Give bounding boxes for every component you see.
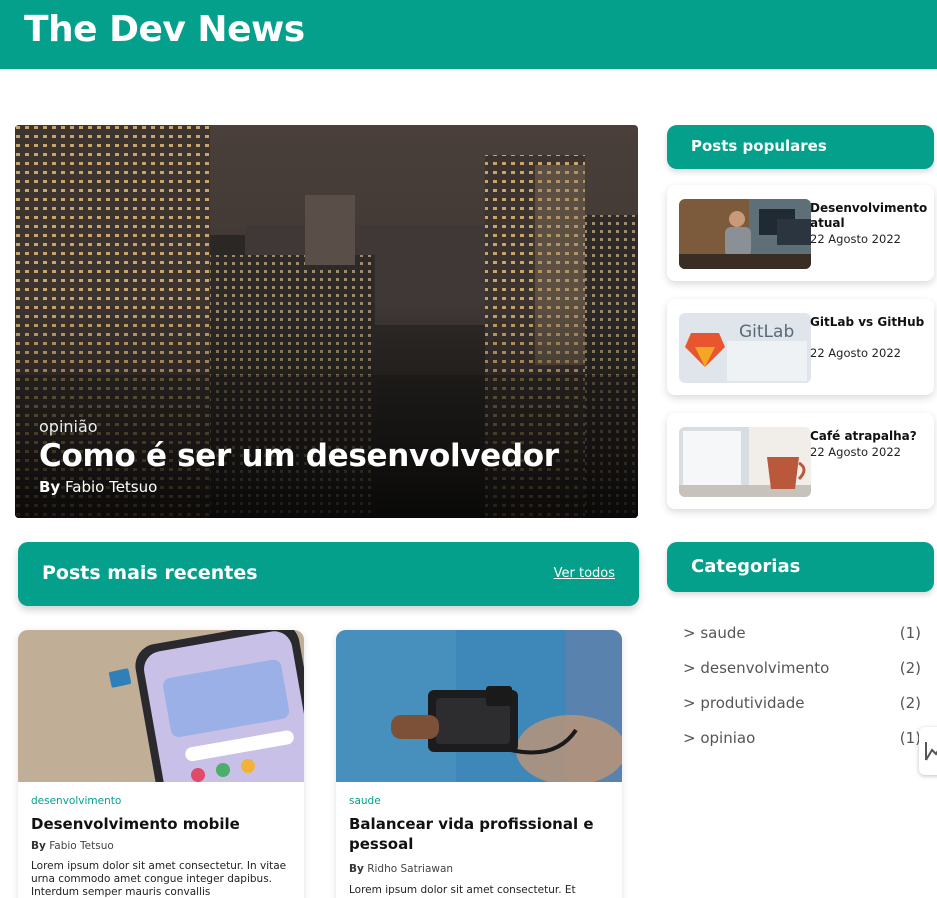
featured-post[interactable]: opinião Como é ser um desenvolvedor By F… [15,125,638,518]
developer-desk-thumbnail [679,199,811,269]
category-item-produtividade[interactable]: > produtividade (2) [683,694,921,714]
phone-image [18,630,304,782]
popular-post-title[interactable]: Desenvolvimento atual [810,201,928,231]
category-item-desenvolvimento[interactable]: > desenvolvimento (2) [683,659,921,679]
category-count: (2) [899,694,921,712]
gitlab-thumb-text: GitLab [739,322,794,342]
recent-posts-title: Posts mais recentes [42,562,258,584]
category-item-saude[interactable]: > saude (1) [683,624,921,644]
category-count: (1) [899,624,921,642]
popular-posts-title: Posts populares [691,137,827,155]
coffee-laptop-thumbnail [679,427,811,497]
category-name[interactable]: > opiniao [683,729,755,747]
category-count: (2) [899,659,921,677]
featured-author-name: Fabio Tetsuo [65,478,158,496]
category-name[interactable]: > saude [683,624,746,642]
categories-title: Categorias [691,556,801,577]
popular-posts-header: Posts populares [667,125,934,169]
site-title[interactable]: The Dev News [24,9,305,50]
post-author-prefix: By [31,840,46,852]
featured-author-prefix: By [39,478,61,496]
post-excerpt: Lorem ipsum dolor sit amet consectetur. … [31,860,287,898]
post-author: By Fabio Tetsuo [31,840,114,852]
category-item-opiniao[interactable]: > opiniao (1) [683,729,921,749]
floating-widget-tab[interactable] [919,727,937,775]
post-author-name: Fabio Tetsuo [49,840,114,852]
post-title[interactable]: Desenvolvimento mobile [31,814,293,834]
post-excerpt: Lorem ipsum dolor sit amet consectetur. … [349,884,576,896]
post-category[interactable]: desenvolvimento [31,795,121,807]
post-author: By Ridho Satriawan [349,863,453,875]
site-header: The Dev News [0,0,937,69]
category-count: (1) [899,729,921,747]
featured-author: By Fabio Tetsuo [39,478,157,496]
popular-post-item[interactable]: Café atrapalha? 22 Agosto 2022 [667,413,934,509]
popular-post-item[interactable]: Desenvolvimento atual 22 Agosto 2022 [667,185,934,281]
post-card[interactable]: desenvolvimento Desenvolvimento mobile B… [18,630,304,898]
popular-post-title[interactable]: GitLab vs GitHub [810,315,928,330]
featured-title[interactable]: Como é ser um desenvolvedor [39,438,559,474]
popular-post-date: 22 Agosto 2022 [810,232,901,246]
popular-post-date: 22 Agosto 2022 [810,445,901,459]
post-author-prefix: By [349,863,364,875]
categories-header: Categorias [667,542,934,592]
post-title[interactable]: Balancear vida profissional e pessoal [349,814,611,854]
featured-category[interactable]: opinião [39,417,98,436]
post-author-name: Ridho Satriawan [367,863,454,875]
chart-icon [925,742,937,761]
gitlab-thumbnail: GitLab [679,313,811,383]
post-category[interactable]: saude [349,795,381,807]
post-card[interactable]: saude Balancear vida profissional e pess… [336,630,622,898]
popular-post-title[interactable]: Café atrapalha? [810,429,928,444]
camera-rig-image [336,630,622,782]
recent-posts-header: Posts mais recentes Ver todos [18,542,639,606]
see-all-link[interactable]: Ver todos [554,566,615,581]
popular-post-date: 22 Agosto 2022 [810,346,901,360]
category-name[interactable]: > desenvolvimento [683,659,829,677]
popular-post-item[interactable]: GitLab GitLab vs GitHub 22 Agosto 2022 [667,299,934,395]
category-name[interactable]: > produtividade [683,694,804,712]
